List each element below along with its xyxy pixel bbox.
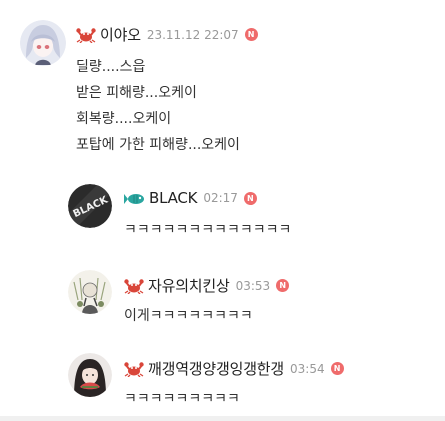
comment-text: 이게ㅋㅋㅋㅋㅋㅋㅋㅋ: [124, 308, 253, 324]
nickname[interactable]: 자유의치킨상: [148, 275, 230, 296]
timestamp: 23.11.12 22:07: [146, 27, 239, 42]
crab-icon: [76, 27, 96, 43]
timestamp: 03:53: [235, 278, 271, 293]
comment-header: 자유의치킨상 03:53 N: [124, 275, 290, 296]
nickname[interactable]: 깨갱역갱양갱잉갱한갱: [148, 358, 284, 379]
nickname[interactable]: BLACK: [149, 189, 198, 207]
new-badge: N: [243, 191, 257, 205]
timestamp: 03:54: [290, 361, 325, 376]
comment-text: 딜량....스읍 받은 피해량...오케이 회복량....오케이 포탑에 가한 …: [76, 54, 240, 158]
comment-header: BLACK 02:17 N: [124, 189, 257, 207]
nickname[interactable]: 이야오: [100, 24, 141, 45]
crab-icon: [124, 278, 144, 294]
avatar[interactable]: [68, 270, 112, 314]
comment-text: ㅋㅋㅋㅋㅋㅋㅋㅋㅋ: [124, 391, 240, 407]
avatar[interactable]: [68, 353, 112, 397]
avatar[interactable]: [20, 20, 66, 66]
timestamp: 02:17: [203, 191, 238, 205]
avatar[interactable]: BLACK: [68, 184, 112, 228]
comment-line: 회복량....오케이: [76, 111, 172, 127]
bottom-divider: [0, 416, 445, 421]
fish-icon: [124, 191, 146, 205]
comment-line: 받은 피해량...오케이: [76, 85, 197, 101]
comment-header: 이야오 23.11.12 22:07 N: [76, 24, 258, 45]
comment-line: 포탑에 가한 피해량...오케이: [76, 137, 240, 153]
new-badge: N: [244, 28, 258, 41]
comment-header: 깨갱역갱양갱잉갱한갱 03:54 N: [124, 358, 344, 379]
new-badge: N: [330, 362, 344, 375]
comment-line: 딜량....스읍: [76, 59, 146, 75]
new-badge: N: [276, 279, 290, 292]
crab-icon: [124, 361, 144, 377]
comment-text: ㅋㅋㅋㅋㅋㅋㅋㅋㅋㅋㅋㅋㅋ: [124, 222, 292, 238]
